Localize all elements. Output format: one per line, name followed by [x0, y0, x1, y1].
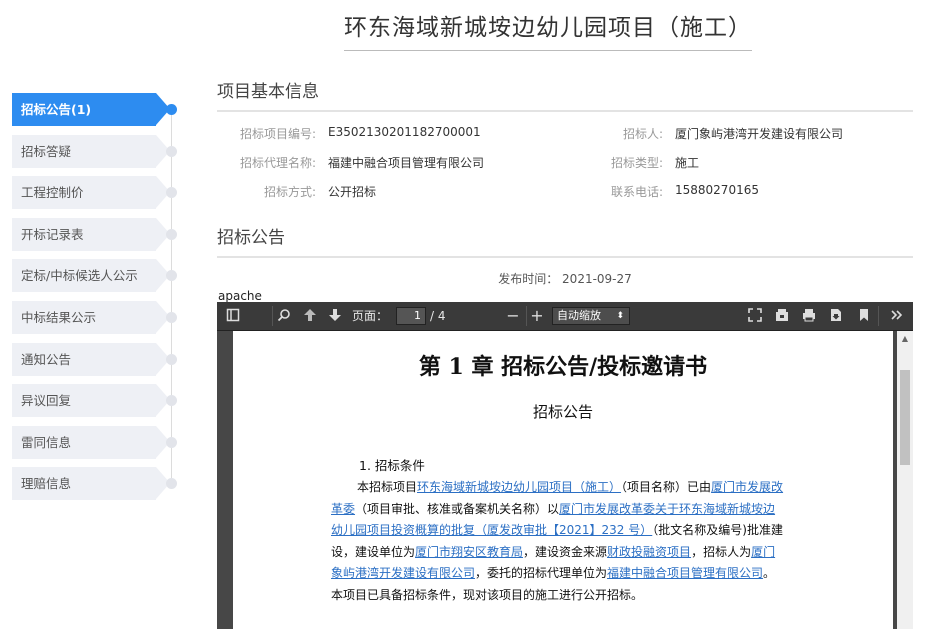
basic-info-title: 项目基本信息 [217, 77, 913, 112]
type-label: 招标类型: [610, 156, 663, 170]
page-title: 环东海域新城垵边幼儿园项目（施工） [344, 8, 752, 51]
publish-time-label: 发布时间： [498, 272, 559, 286]
toolbar-separator [272, 306, 273, 326]
fullscreen-icon[interactable] [747, 308, 763, 324]
announcement-title: 招标公告 [217, 223, 913, 258]
body-text: ，招标人为 [691, 544, 752, 559]
timeline-dot [166, 146, 177, 157]
sidebar-toggle-icon[interactable] [225, 308, 241, 324]
toolbar-separator [878, 306, 879, 326]
sidebar-item-announcement[interactable]: 招标公告(1) [12, 93, 170, 126]
page-number-input[interactable]: 1 [396, 307, 426, 325]
embed-label: apache [218, 289, 262, 303]
method-label: 招标方式: [263, 185, 316, 199]
sidebar-item-control-price[interactable]: 工程控制价 [12, 176, 170, 209]
toolbar-separator [526, 306, 527, 326]
timeline-dot [166, 395, 177, 406]
sidebar-item-notice[interactable]: 通知公告 [12, 343, 170, 376]
body-text: 本招标项目 [357, 480, 418, 494]
sidebar-item-similarity[interactable]: 雷同信息 [12, 426, 170, 459]
page-label: 页面： [352, 309, 389, 323]
agency-link[interactable]: 福建中融合项目管理有限公司 [607, 566, 763, 580]
pdf-subheading: 招标公告 [532, 403, 593, 421]
fund-source-link[interactable]: 财政投融资项目 [607, 545, 691, 559]
tenderer-label: 招标人: [622, 127, 663, 141]
timeline-line [171, 109, 172, 485]
previous-page-icon[interactable] [302, 308, 318, 324]
zoom-in-button[interactable]: + [529, 308, 545, 324]
timeline-dot [166, 104, 177, 115]
pdf-page: 第 1 章 招标公告/投标邀请书 招标公告 1. 招标条件 本招标项目环东海域新… [233, 331, 893, 629]
tools-menu-icon[interactable] [889, 308, 905, 324]
scroll-up-icon[interactable]: ▲ [899, 334, 911, 344]
publish-time: 发布时间： 2021-09-27 [217, 270, 913, 287]
type-value: 施工 [675, 156, 700, 170]
pdf-scrollbar-thumb[interactable] [900, 370, 910, 465]
pdf-toolbar: 页面： 1 / 4 − + 自动缩放 ⬍ [217, 302, 913, 331]
project-no-value: E3502130201182700001 [328, 125, 481, 139]
pdf-viewer[interactable]: 页面： 1 / 4 − + 自动缩放 ⬍ 第 1 章 招标公告/投标邀请书 招标… [217, 302, 913, 629]
timeline-dot [166, 270, 177, 281]
select-arrows-icon: ⬍ [616, 311, 624, 321]
sidebar-item-opening-record[interactable]: 开标记录表 [12, 218, 170, 251]
zoom-select[interactable]: 自动缩放 ⬍ [552, 307, 630, 325]
pdf-body-paragraph: 本招标项目环东海域新城垵边幼儿园项目（施工）（项目名称）已由厦门市发展改革委（项… [331, 477, 787, 606]
page-total: / 4 [430, 309, 446, 323]
phone-label: 联系电话: [610, 185, 663, 199]
print-icon[interactable] [801, 308, 817, 324]
next-page-icon[interactable] [327, 308, 343, 324]
timeline-dot [166, 354, 177, 365]
method-value: 公开招标 [328, 185, 377, 199]
project-no-label: 招标项目编号: [239, 127, 316, 141]
sidebar-item-award-result[interactable]: 中标结果公示 [12, 301, 170, 334]
timeline-dot [166, 312, 177, 323]
agent-value: 福建中融合项目管理有限公司 [328, 156, 485, 170]
project-name-link[interactable]: 环东海域新城垵边幼儿园项目（施工） [417, 480, 621, 494]
sidebar-item-objection-reply[interactable]: 异议回复 [12, 384, 170, 417]
pdf-chapter-heading: 第 1 章 招标公告/投标邀请书 [418, 354, 708, 380]
download-icon[interactable] [828, 308, 844, 324]
construction-unit-link[interactable]: 厦门市翔安区教育局 [415, 545, 523, 559]
tenderer-value: 厦门象屿港湾开发建设有限公司 [675, 127, 844, 141]
bookmark-icon[interactable] [856, 308, 872, 324]
timeline-dot [166, 478, 177, 489]
sidebar-item-claims[interactable]: 理赔信息 [12, 467, 170, 500]
timeline-dot [166, 187, 177, 198]
body-text: （项目审批、核准或备案机关名称）以 [355, 501, 560, 516]
sidebar-item-candidates[interactable]: 定标/中标候选人公示 [12, 259, 170, 292]
body-text: ，建设资金来源 [523, 544, 608, 559]
body-text: （项目名称）已由 [621, 480, 712, 494]
body-text: ，委托的招标代理单位为 [475, 566, 608, 580]
open-file-icon[interactable] [774, 308, 790, 324]
search-icon[interactable] [276, 308, 292, 324]
zoom-select-value: 自动缩放 [557, 309, 601, 322]
sidebar-item-qa[interactable]: 招标答疑 [12, 135, 170, 168]
pdf-section-heading: 1. 招标条件 [359, 458, 425, 473]
phone-value: 15880270165 [675, 183, 759, 197]
timeline-dot [166, 437, 177, 448]
publish-time-value: 2021-09-27 [562, 272, 632, 286]
timeline-dot [166, 229, 177, 240]
agent-label: 招标代理名称: [239, 156, 316, 170]
zoom-out-button[interactable]: − [505, 308, 521, 324]
